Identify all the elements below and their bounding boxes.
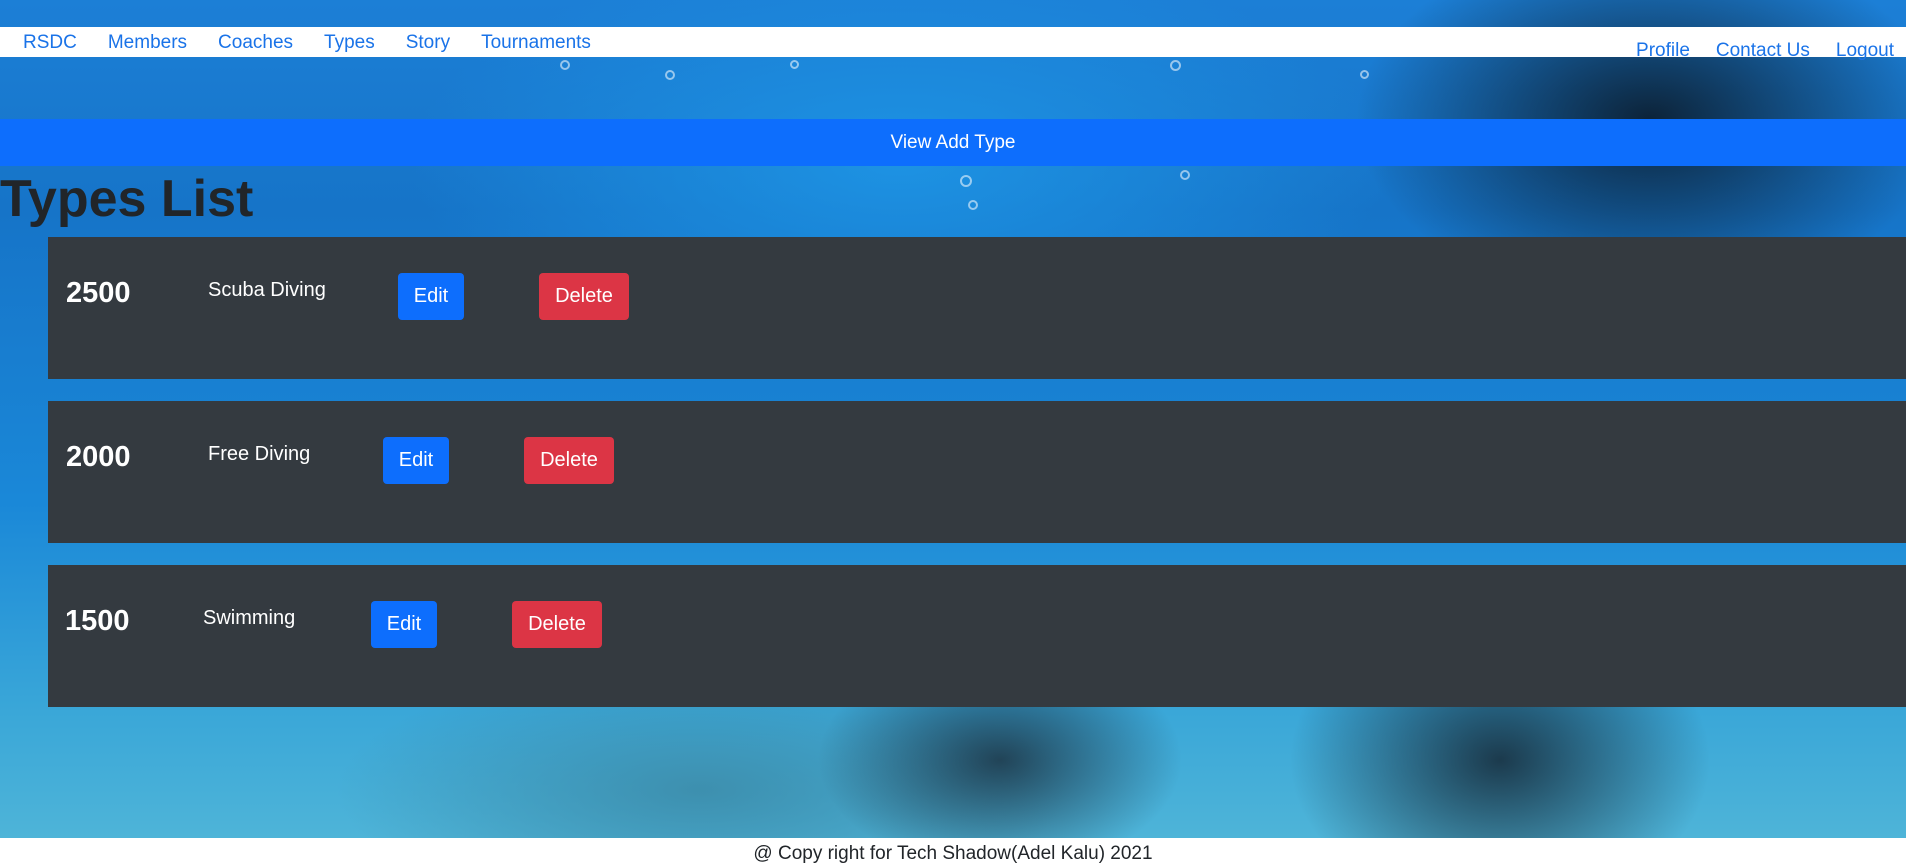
footer-copyright: @ Copy right for Tech Shadow(Adel Kalu) … xyxy=(0,838,1906,866)
nav-link-story[interactable]: Story xyxy=(406,31,450,55)
type-card: 2000 Free Diving Edit Delete xyxy=(48,401,1906,543)
nav-link-tournaments[interactable]: Tournaments xyxy=(481,31,591,55)
bubble-decoration xyxy=(560,60,570,70)
page: RSDC Members Coaches Types Story Tournam… xyxy=(0,0,1906,866)
bubble-decoration xyxy=(665,70,675,80)
nav-link-logout[interactable]: Logout xyxy=(1836,39,1894,63)
nav-link-contact-us[interactable]: Contact Us xyxy=(1716,39,1810,63)
type-price: 2500 xyxy=(66,277,131,309)
bubble-decoration xyxy=(1360,70,1369,79)
delete-button[interactable]: Delete xyxy=(539,273,629,320)
delete-button[interactable]: Delete xyxy=(524,437,614,484)
nav-left-links: RSDC Members Coaches Types Story Tournam… xyxy=(23,31,622,55)
type-name: Scuba Diving xyxy=(208,279,326,301)
nav-link-types[interactable]: Types xyxy=(324,31,375,55)
type-name: Free Diving xyxy=(208,443,311,465)
page-title: Types List xyxy=(0,170,254,228)
view-add-type-button[interactable]: View Add Type xyxy=(0,119,1906,166)
type-card: 1500 Swimming Edit Delete xyxy=(48,565,1906,707)
delete-button[interactable]: Delete xyxy=(512,601,602,648)
edit-button[interactable]: Edit xyxy=(383,437,449,484)
edit-button[interactable]: Edit xyxy=(371,601,437,648)
edit-button[interactable]: Edit xyxy=(398,273,464,320)
bubble-decoration xyxy=(1170,60,1181,71)
bubble-decoration xyxy=(968,200,978,210)
bubble-decoration xyxy=(960,175,972,187)
nav-link-members[interactable]: Members xyxy=(108,31,187,55)
type-price: 1500 xyxy=(65,605,130,637)
nav-link-coaches[interactable]: Coaches xyxy=(218,31,293,55)
type-price: 2000 xyxy=(66,441,131,473)
top-navbar: RSDC Members Coaches Types Story Tournam… xyxy=(0,27,1906,61)
type-name: Swimming xyxy=(203,607,296,629)
nav-link-rsdc[interactable]: RSDC xyxy=(23,31,77,55)
bubble-decoration xyxy=(790,60,799,69)
nav-link-profile[interactable]: Profile xyxy=(1636,39,1690,63)
nav-right-links: Profile Contact Us Logout xyxy=(1610,39,1894,63)
bubble-decoration xyxy=(1180,170,1190,180)
type-card: 2500 Scuba Diving Edit Delete xyxy=(48,237,1906,379)
